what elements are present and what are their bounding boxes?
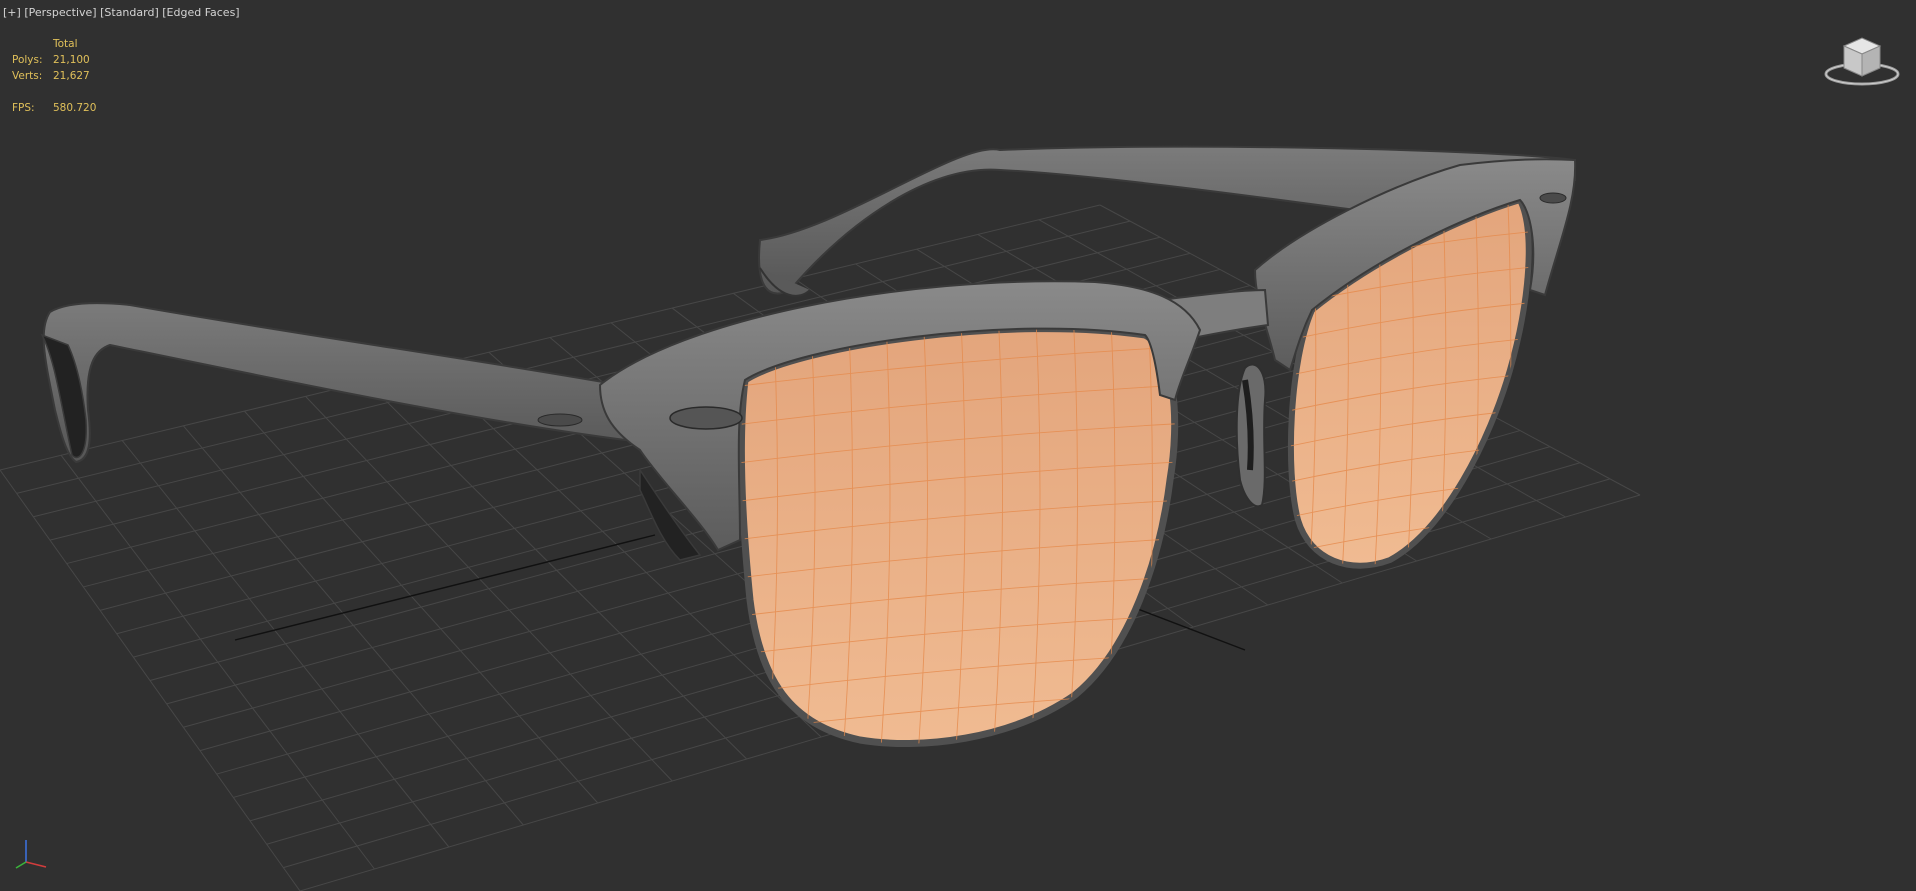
- fps-label: FPS:: [12, 102, 35, 114]
- polys-label: Polys:: [12, 54, 43, 66]
- shading-mode-button[interactable]: [Standard]: [100, 6, 159, 19]
- near-temple-arm[interactable]: [40, 302, 627, 464]
- axis-tripod-icon: [15, 840, 47, 869]
- edge-mode-button[interactable]: [Edged Faces]: [162, 6, 239, 19]
- statistics-overlay: Total Polys: 21,100 Verts: 21,627 FPS: 580.…: [12, 36, 96, 116]
- lens-wire-line: [1290, 549, 1529, 566]
- scene-canvas[interactable]: [0, 0, 1916, 891]
- viewcube-icon[interactable]: [1822, 30, 1902, 90]
- polys-value: 21,100: [53, 54, 90, 66]
- stats-header: Total: [53, 38, 78, 50]
- fps-value: 580.720: [53, 102, 97, 114]
- verts-value: 21,627: [53, 70, 90, 82]
- view-type-button[interactable]: [Perspective]: [24, 6, 96, 19]
- nose-pad[interactable]: [1235, 363, 1267, 508]
- verts-label: Verts:: [12, 70, 43, 82]
- perspective-viewport[interactable]: [+] [Perspective] [Standard] [Edged Face…: [0, 0, 1916, 891]
- viewport-menu-button[interactable]: [+]: [3, 6, 21, 19]
- viewport-label: [+] [Perspective] [Standard] [Edged Face…: [3, 6, 240, 19]
